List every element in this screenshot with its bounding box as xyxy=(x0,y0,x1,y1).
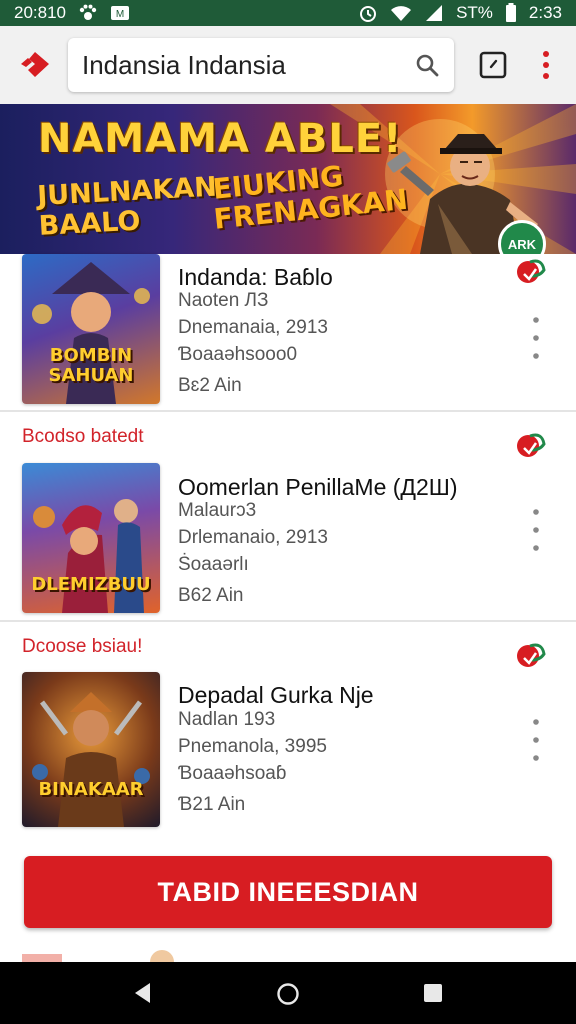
svg-text:M: M xyxy=(116,9,124,20)
game-developer: Malaurɔ3 xyxy=(178,500,257,521)
status-left: 20:810 M xyxy=(14,3,130,23)
search-field[interactable]: Indansia Indansia xyxy=(68,38,454,92)
game-thumbnail[interactable]: DLEMIZBUU xyxy=(22,463,160,613)
row-divider xyxy=(0,620,576,622)
next-row-peek xyxy=(22,950,174,962)
battery-text: ST% xyxy=(456,3,493,22)
bookmark-badge-icon[interactable] xyxy=(512,428,552,462)
status-bar: 20:810 M ST% 2:33 xyxy=(0,0,576,26)
game-thumbnail[interactable]: BINAKAAR xyxy=(22,672,160,827)
status-right: ST% 2:33 xyxy=(358,3,562,23)
primary-cta-button[interactable]: TABID INEEESDIAN xyxy=(24,856,552,928)
paw-notification-icon xyxy=(78,4,98,22)
back-icon[interactable] xyxy=(130,980,156,1006)
search-input-text[interactable]: Indansia Indansia xyxy=(82,50,414,81)
game-thumbnail[interactable]: BOMBIN SAHUAN xyxy=(22,254,160,404)
status-time-right: 2:33 xyxy=(528,3,562,22)
game-genre: Ɓoaaəhsoaɓ xyxy=(178,763,287,784)
game-developer: Naoten ЛЗ xyxy=(178,290,269,311)
bookmark-badge-icon[interactable] xyxy=(512,638,552,672)
game-genre: Ṡoaaərlı xyxy=(178,554,249,575)
banner-left-logo: JUNLNAKAN BAALO xyxy=(36,171,218,242)
game-thumbnail-caption: DLEMIZBUU xyxy=(31,574,151,595)
game-size: Ɓ21 Ain xyxy=(178,794,246,815)
game-size: Bɛ2 Ain xyxy=(178,375,242,396)
tab-switcher-button[interactable] xyxy=(478,50,508,80)
browser-toolbar: Indansia Indansia xyxy=(0,26,576,104)
game-title[interactable]: Indanda: Baɓlo xyxy=(178,264,333,291)
section-label: Bcodso batedt xyxy=(22,426,144,447)
message-notification-icon: M xyxy=(110,4,130,22)
section-label: Dcoose bsiau! xyxy=(22,636,143,657)
row-divider xyxy=(0,410,576,412)
game-thumbnail-caption: BOMBIN SAHUAN xyxy=(48,345,134,386)
game-thumbnail-caption: BINAKAAR xyxy=(38,779,144,800)
overflow-menu-icon[interactable] xyxy=(530,48,562,82)
more-options-icon[interactable] xyxy=(526,314,546,362)
more-options-icon[interactable] xyxy=(526,506,546,554)
game-developer: Nadlan 193 xyxy=(178,709,276,730)
signal-icon xyxy=(424,4,444,22)
game-title[interactable]: Depadal Gurka Nje xyxy=(178,682,374,709)
recents-icon[interactable] xyxy=(423,983,443,1003)
game-thumbnail-art xyxy=(32,692,150,827)
game-release: Drlemanaio, 2913 xyxy=(178,527,328,548)
app-logo-icon[interactable] xyxy=(18,50,52,80)
game-genre: Ɓoaaəhsooo0 xyxy=(178,344,298,365)
battery-icon xyxy=(505,3,517,23)
promo-banner[interactable]: NAMAMA ABLE! JUNLNAKAN BAALO EIUKING FRE… xyxy=(0,104,576,254)
game-size: B62 Ain xyxy=(178,585,244,606)
bookmark-badge-icon[interactable] xyxy=(512,254,552,288)
search-icon[interactable] xyxy=(414,52,440,78)
banner-headline: NAMAMA ABLE! xyxy=(38,116,403,162)
status-time-left: 20:810 xyxy=(14,3,66,22)
home-icon[interactable] xyxy=(276,982,300,1006)
game-release: Pnemanola, 3995 xyxy=(178,736,327,757)
game-release: Dnemanaia, 2913 xyxy=(178,317,328,338)
banner-right-logo: EIUKING FRENAGKAN xyxy=(211,159,410,236)
more-options-icon[interactable] xyxy=(526,716,546,764)
wifi-icon xyxy=(390,4,412,22)
system-nav-bar xyxy=(0,962,576,1024)
game-title[interactable]: Oomerlan PenillaMe (Д2Ш) xyxy=(178,474,458,501)
alarm-icon xyxy=(358,3,378,23)
